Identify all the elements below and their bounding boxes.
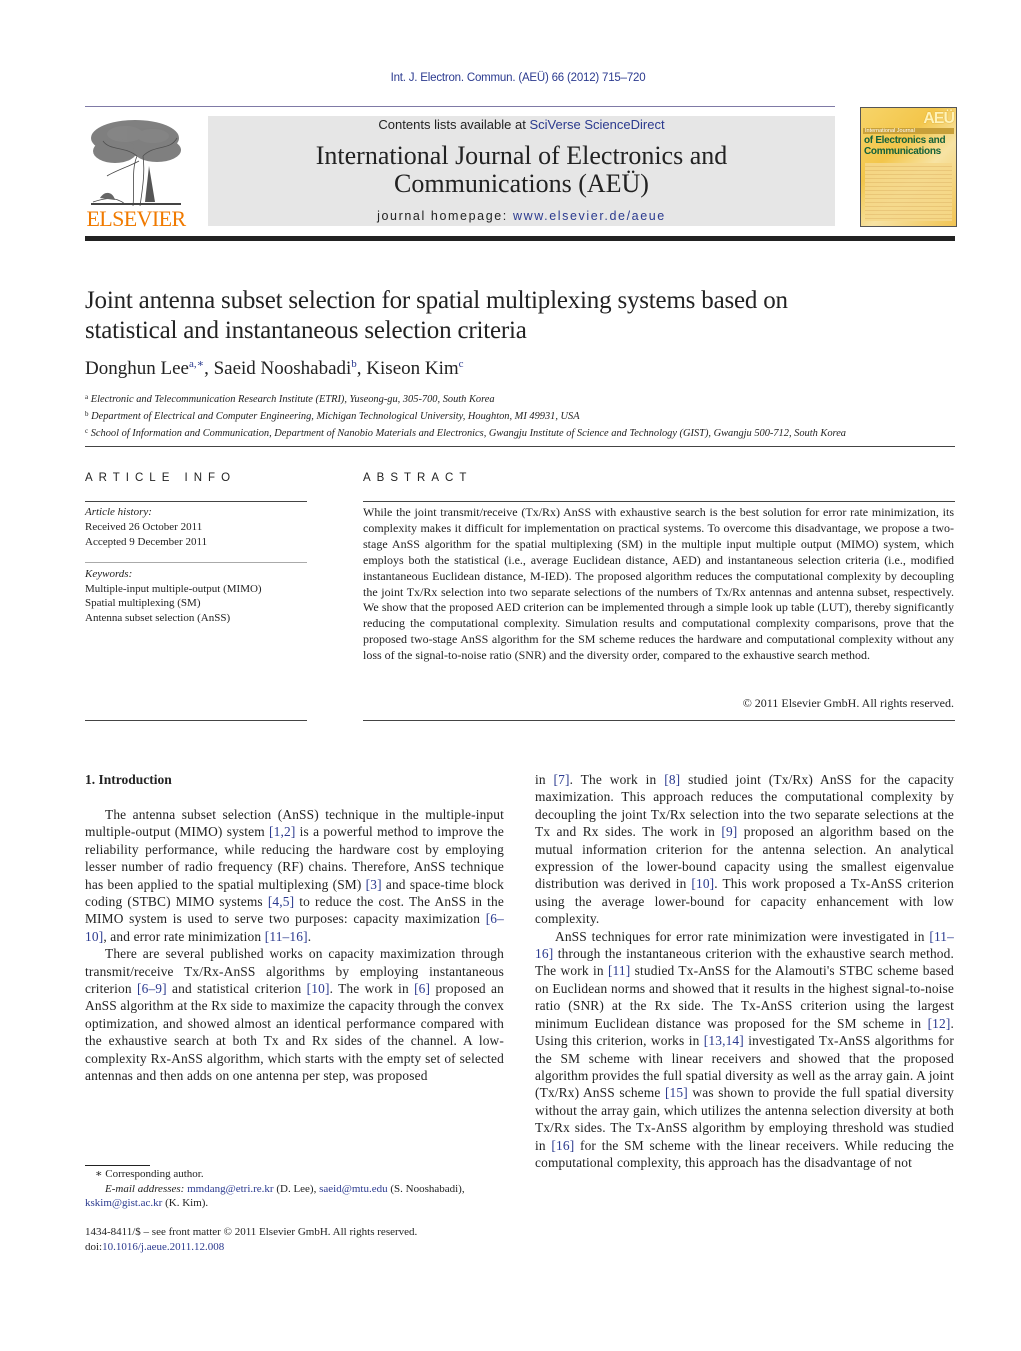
citation-link[interactable]: [1,2] [269,824,295,839]
section-heading-introduction: 1. Introduction [85,772,172,787]
email-addresses: E-mail addresses: mmdang@etri.re.kr (D. … [105,1182,465,1195]
author-name: Saeid Nooshabadi [213,358,352,379]
paper-title-line1: Joint antenna subset selection for spati… [85,287,788,314]
issn-line: 1434-8411/$ – see front matter © 2011 El… [85,1226,418,1238]
citation-link[interactable]: [6] [414,981,430,996]
body-column-right: in [7]. The work in [8] studied joint (T… [535,771,954,1171]
paragraph: in [7]. The work in [8] studied joint (T… [535,772,955,927]
cover-band: International Journal [863,128,954,134]
email-link[interactable]: saeid@mtu.edu [319,1183,387,1195]
accepted-date: Accepted 9 December 2011 [85,536,208,548]
author-name: Donghun Lee [85,358,189,379]
affiliation-mark: b [85,410,89,418]
journal-title-line2: Communications (AEÜ) [394,169,649,198]
abstract-divider [363,501,955,502]
keywords-label: Keywords: [85,568,133,580]
author-name: Kiseon Kim [366,358,459,379]
cover-contents-lines [865,163,952,221]
front-matter: 1434-8411/$ – see front matter © 2011 El… [85,1225,515,1255]
email-link[interactable]: kskim@gist.ac.kr [85,1197,162,1209]
sciencedirect-link[interactable]: SciVerse ScienceDirect [529,117,664,132]
keyword: Spatial multiplexing (SM) [85,597,201,609]
email-addresses-cont: kskim@gist.ac.kr (K. Kim). [85,1197,209,1209]
citation-link[interactable]: [10] [691,876,714,891]
cover-badge: AEÜ [923,110,955,127]
affiliation-text: Electronic and Telecommunication Researc… [90,394,495,405]
keywords-divider [85,562,307,563]
abstract-bottom-divider [363,720,955,721]
homepage-link[interactable]: www.elsevier.de/aeue [513,209,666,223]
citation-link[interactable]: [15] [665,1085,688,1100]
journal-homepage: journal homepage: www.elsevier.de/aeue [208,209,835,223]
body-column-left: The antenna subset selection (AnSS) tech… [85,806,504,1085]
citation-link[interactable]: [13,14] [704,1033,744,1048]
journal-title-line1: International Journal of Electronics and [315,141,728,170]
article-info-heading: ARTICLE INFO [85,472,237,484]
paper-title: Joint antenna subset selection for spati… [85,286,955,346]
received-date: Received 26 October 2011 [85,521,203,533]
citation-link[interactable]: [16] [551,1138,574,1153]
cover-title-line1: of Electronics and [864,135,946,146]
header-divider [85,106,835,107]
email-label: E-mail addresses: [105,1182,188,1195]
cover-title-line2: Communications [864,146,941,157]
affiliation: a Electronic and Telecommunication Resea… [85,390,965,407]
doi-line: doi:10.1016/j.aeue.2011.12.008 [85,1241,225,1253]
citation-link[interactable]: [7] [554,772,570,787]
article-history: Article history: Received 26 October 201… [85,505,207,550]
footnotes: ∗ Corresponding author. E-mail addresses… [85,1167,515,1211]
abstract-heading: ABSTRACT [363,472,473,484]
author-affiliation-mark[interactable]: a,∗ [189,358,204,370]
keywords: Keywords: Multiple-input multiple-output… [85,567,262,625]
article-info-bottom-divider [85,720,307,721]
author-affiliation-mark[interactable]: b [351,358,357,370]
doi-link[interactable]: 10.1016/j.aeue.2011.12.008 [102,1241,224,1253]
paragraph: The antenna subset selection (AnSS) tech… [85,807,504,944]
history-label: Article history: [85,506,152,518]
affiliations: a Electronic and Telecommunication Resea… [85,390,965,441]
citation-link[interactable]: [8] [664,772,680,787]
article-info-divider [85,501,307,502]
affiliation-text: School of Information and Communication,… [90,428,846,439]
keyword: Multiple-input multiple-output (MIMO) [85,582,262,595]
title-divider [85,446,955,447]
abstract-copyright: © 2011 Elsevier GmbH. All rights reserve… [742,696,954,710]
paragraph: AnSS techniques for error rate minimizat… [535,928,955,1170]
citation-link[interactable]: [11] [608,963,630,978]
affiliation-mark: c [85,427,89,435]
homepage-prefix: journal homepage: [377,209,513,223]
citation-link[interactable]: [12] [928,1016,951,1031]
header-thick-divider [85,236,955,241]
keyword: Antenna subset selection (AnSS) [85,611,231,624]
paragraph: There are several published works on cap… [85,946,504,1084]
affiliation: c School of Information and Communicatio… [85,424,965,441]
author-affiliation-mark[interactable]: c [459,358,464,370]
affiliation: b Department of Electrical and Computer … [85,407,965,424]
author-list: Donghun Leea,∗, Saeid Nooshabadib, Kiseo… [85,358,464,379]
elsevier-wordmark: ELSEVIER [86,206,186,231]
citation-link[interactable]: [11–16] [265,929,308,944]
contents-prefix: Contents lists available at [378,117,530,132]
journal-cover-image: AEÜ International Journal of Electronics… [860,107,957,227]
journal-citation: Int. J. Electron. Commun. (AEÜ) 66 (2012… [390,72,646,84]
citation-link[interactable]: [3] [366,877,382,892]
journal-title: International Journal of Electronics and… [208,142,835,198]
footnote-divider [85,1165,150,1166]
affiliation-mark: a [85,393,89,401]
email-link[interactable]: mmdang@etri.re.kr [187,1183,274,1195]
corresponding-author-note: ∗ Corresponding author. [95,1168,204,1180]
contents-availability: Contents lists available at SciVerse Sci… [208,117,835,132]
paper-title-line2: statistical and instantaneous selection … [85,317,527,344]
abstract-text: While the joint transmit/receive (Tx/Rx)… [363,505,954,663]
citation-link[interactable]: [9] [721,824,737,839]
affiliation-text: Department of Electrical and Computer En… [91,411,580,422]
citation-link[interactable]: [4,5] [268,894,294,909]
citation-link[interactable]: [6–9] [137,981,167,996]
citation-link[interactable]: [10] [307,981,330,996]
